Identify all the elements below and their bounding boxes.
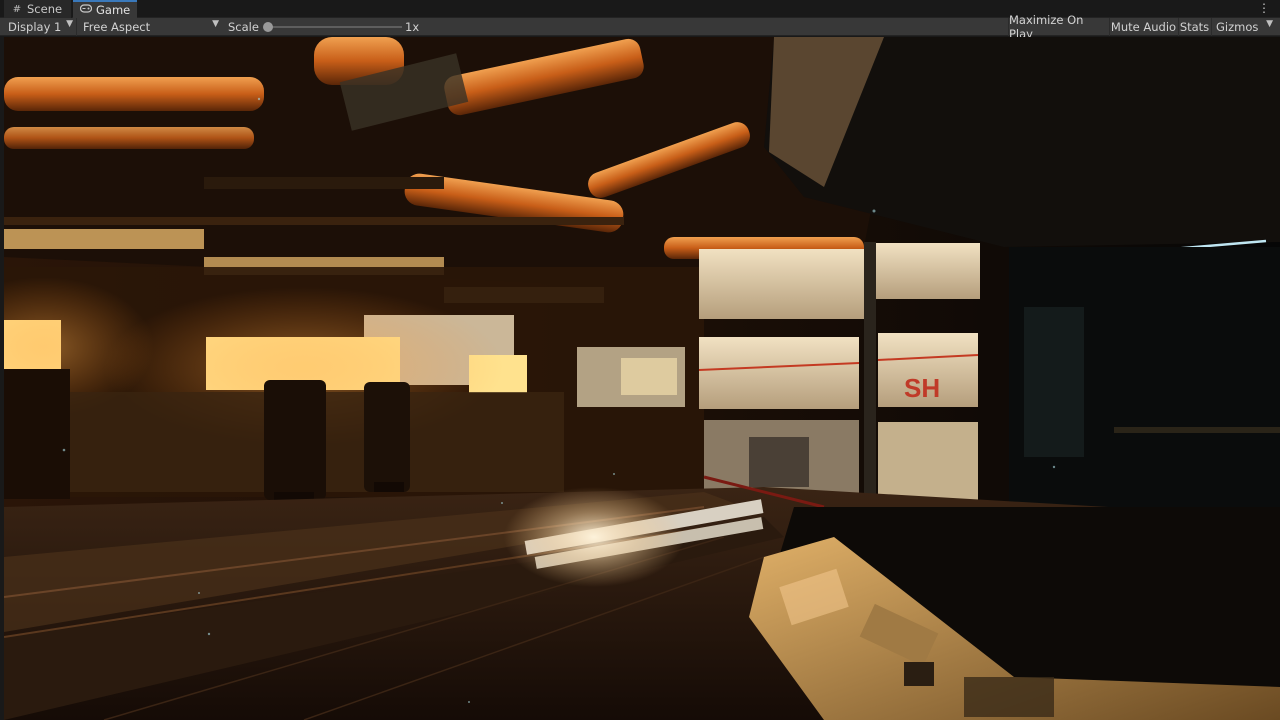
scale-label: Scale	[228, 20, 259, 34]
aspect-dropdown-label: Free Aspect	[83, 20, 151, 34]
aspect-dropdown[interactable]: Free Aspect ▼	[76, 18, 222, 36]
gamepad-icon	[79, 4, 93, 16]
tab-game[interactable]: Game	[73, 0, 137, 18]
display-dropdown-label: Display 1	[8, 20, 62, 34]
scale-slider-handle[interactable]	[263, 22, 273, 32]
hash-icon: #	[12, 3, 22, 15]
maximize-on-play-button[interactable]: Maximize On Play	[1008, 13, 1108, 41]
scale-value: 1x	[405, 20, 420, 34]
foreground-crate	[749, 507, 1280, 720]
gizmos-label: Gizmos	[1216, 20, 1259, 34]
chevron-down-icon: ▼	[212, 19, 219, 29]
light-beam	[504, 487, 684, 587]
game-viewport[interactable]: SH	[4, 37, 1280, 720]
tab-scene[interactable]: # Scene	[4, 0, 72, 18]
scale-slider-track[interactable]	[268, 26, 402, 28]
dark-corridor	[1009, 247, 1280, 507]
game-view-toolbar: Display 1 ▼ Free Aspect ▼ Scale 1x Maxim…	[0, 13, 1280, 41]
game-render: SH	[4, 37, 1280, 720]
gizmos-button[interactable]: Gizmos ▼	[1211, 18, 1277, 36]
stats-button[interactable]: Stats	[1178, 18, 1210, 36]
chevron-down-icon: ▼	[66, 19, 73, 29]
tab-game-label: Game	[96, 3, 131, 17]
display-dropdown[interactable]: Display 1 ▼	[2, 18, 76, 36]
mute-audio-button[interactable]: Mute Audio	[1109, 18, 1177, 36]
chevron-down-icon: ▼	[1266, 19, 1273, 29]
wall-lettering: SH	[904, 373, 940, 403]
more-options-icon[interactable]: ⋮	[1258, 1, 1270, 15]
tab-scene-label: Scene	[27, 2, 63, 16]
